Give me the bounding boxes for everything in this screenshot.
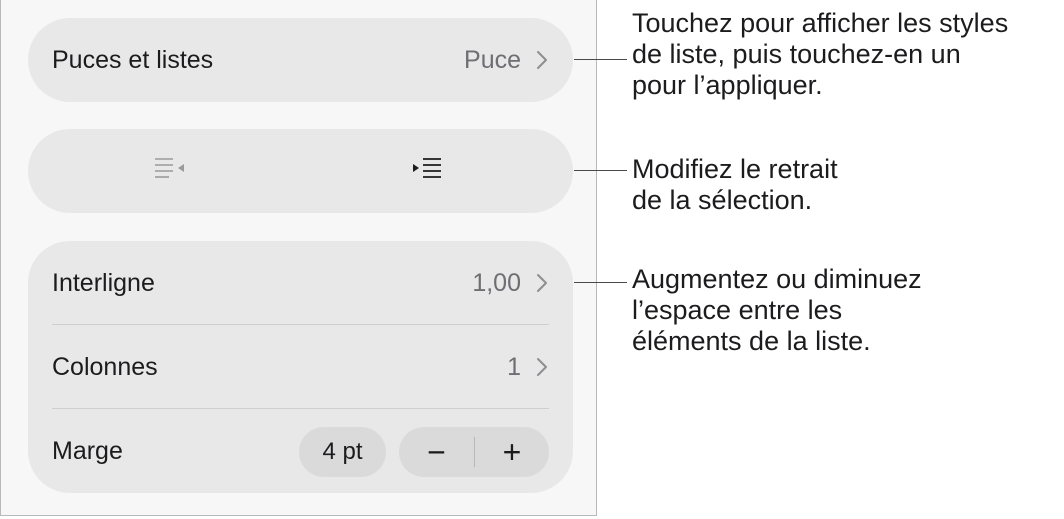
margin-label: Marge <box>52 436 123 465</box>
callout-indent: Modifiez le retrait de la sélection. <box>632 154 838 216</box>
margin-value: 4 pt <box>322 438 363 465</box>
chevron-right-icon <box>537 274 547 292</box>
callout-line-spacing <box>574 282 627 283</box>
line-spacing-value: 1,00 <box>472 268 521 297</box>
columns-row[interactable]: Colonnes 1 <box>52 325 549 409</box>
decrease-indent-button[interactable] <box>141 149 201 189</box>
margin-stepper: − + <box>399 427 549 477</box>
callout-line-text: Modifiez le retrait <box>632 154 838 184</box>
columns-value-group: 1 <box>507 353 549 382</box>
decrease-indent-icon <box>155 158 184 178</box>
callout-line-bullets <box>574 59 627 60</box>
margin-decrease-button[interactable]: − <box>399 427 474 477</box>
format-panel: Puces et listes Puce Interligne 1,00 Col… <box>0 0 597 516</box>
bullets-lists-card: Puces et listes Puce <box>28 18 573 102</box>
chevron-right-icon <box>537 358 547 376</box>
plus-icon: + <box>502 433 522 470</box>
list-settings-card: Interligne 1,00 Colonnes 1 Marge 4 pt − … <box>28 241 573 493</box>
callout-line-text: de la sélection. <box>632 185 813 215</box>
line-spacing-label: Interligne <box>52 268 155 297</box>
callout-line-text: Touchez pour afficher les styles <box>632 8 1009 38</box>
increase-indent-button[interactable] <box>397 149 457 189</box>
callout-line-indent <box>574 170 627 171</box>
chevron-right-icon <box>537 51 547 69</box>
margin-value-field[interactable]: 4 pt <box>299 427 386 477</box>
callout-line-text: pour l’appliquer. <box>632 70 823 100</box>
bullets-lists-value: Puce <box>464 45 521 74</box>
indent-card <box>28 129 573 213</box>
callout-line-text: Augmentez ou diminuez <box>632 264 922 294</box>
callout-line-text: de liste, puis touchez-en un <box>632 39 961 69</box>
increase-indent-icon <box>413 158 441 178</box>
bullets-lists-label: Puces et listes <box>52 45 214 74</box>
bullets-lists-row[interactable]: Puces et listes Puce <box>52 18 549 102</box>
callout-bullets: Touchez pour afficher les styles de list… <box>632 8 1008 101</box>
line-spacing-row[interactable]: Interligne 1,00 <box>52 241 549 325</box>
bullets-lists-value-group: Puce <box>464 46 549 75</box>
margin-increase-button[interactable]: + <box>475 427 549 477</box>
callout-line-text: éléments de la liste. <box>632 326 871 356</box>
line-spacing-value-group: 1,00 <box>472 269 549 298</box>
columns-label: Colonnes <box>52 352 158 381</box>
minus-icon: − <box>427 433 446 470</box>
callout-spacing: Augmentez ou diminuez l’espace entre les… <box>632 264 922 357</box>
callout-line-text: l’espace entre les <box>632 295 843 325</box>
columns-value: 1 <box>507 352 521 381</box>
